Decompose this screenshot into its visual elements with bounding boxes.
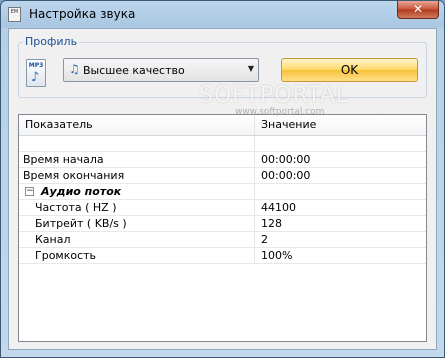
row-value-cell: 00:00:00 bbox=[261, 169, 311, 182]
watermark-brand: SOFTPORTAL bbox=[199, 83, 350, 108]
row-name-cell: Частота ( HZ ) bbox=[19, 200, 255, 215]
mp3-file-icon: MP3 ♪ bbox=[26, 59, 46, 87]
row-name-cell: − Аудио поток bbox=[19, 184, 255, 199]
row-value-cell bbox=[255, 184, 405, 199]
music-note-icon: ♪ bbox=[31, 70, 40, 85]
dropdown-arrow-icon[interactable]: ▼ bbox=[248, 64, 254, 73]
window-title: Настройка звука bbox=[29, 7, 136, 21]
row-name-cell: Канал bbox=[19, 232, 255, 247]
row-name-cell: Громкость bbox=[19, 248, 255, 263]
collapse-icon[interactable]: − bbox=[25, 187, 34, 196]
dialog-client-area: Профиль MP3 ♪ ♫ Высшее качество ▼ OK Пок… bbox=[8, 28, 437, 350]
profile-legend: Профиль bbox=[23, 35, 80, 48]
table-row[interactable]: Канал 2 bbox=[19, 232, 426, 248]
row-value-cell: 2 bbox=[261, 233, 268, 246]
properties-table: Показатель Значение Время начала 00:00:0… bbox=[18, 114, 427, 342]
music-note-icon: ♫ bbox=[69, 62, 80, 76]
mp3-icon-label: MP3 bbox=[28, 62, 44, 69]
table-row[interactable]: Частота ( HZ ) 44100 bbox=[19, 200, 426, 216]
group-label: Аудио поток bbox=[41, 185, 122, 198]
row-name-cell: Время окончания bbox=[19, 168, 255, 183]
column-header-parameter[interactable]: Показатель bbox=[19, 115, 255, 135]
table-row[interactable]: Битрейт ( KB/s ) 128 bbox=[19, 216, 426, 232]
row-value-cell: 100% bbox=[261, 249, 293, 262]
table-group-row[interactable]: − Аудио поток bbox=[19, 184, 426, 200]
table-header: Показатель Значение bbox=[19, 115, 426, 136]
table-row[interactable]: Время окончания 00:00:00 bbox=[19, 168, 426, 184]
profile-select[interactable]: ♫ Высшее качество ▼ bbox=[63, 58, 259, 82]
column-header-value[interactable]: Значение bbox=[255, 115, 415, 135]
table-row[interactable]: Громкость 100% bbox=[19, 248, 426, 264]
title-bar[interactable]: EM Настройка звука ✕ bbox=[1, 1, 444, 27]
close-button[interactable]: ✕ bbox=[397, 1, 439, 19]
app-icon: EM bbox=[8, 7, 21, 22]
profile-select-value: Высшее качество bbox=[83, 64, 185, 77]
watermark-url: www.softportal.com bbox=[235, 107, 325, 117]
row-value-cell: 44100 bbox=[261, 201, 296, 214]
row-name-cell bbox=[19, 136, 255, 151]
table-row[interactable]: Время начала 00:00:00 bbox=[19, 152, 426, 168]
sound-settings-window: EM Настройка звука ✕ Профиль MP3 ♪ ♫ Выс… bbox=[0, 0, 445, 358]
row-name-cell: Битрейт ( KB/s ) bbox=[19, 216, 255, 231]
row-value-cell bbox=[255, 136, 405, 151]
row-value-cell: 00:00:00 bbox=[261, 153, 311, 166]
table-row[interactable] bbox=[19, 136, 426, 152]
row-value-cell: 128 bbox=[261, 217, 282, 230]
ok-button[interactable]: OK bbox=[281, 58, 418, 82]
row-name-cell: Время начала bbox=[19, 152, 255, 167]
